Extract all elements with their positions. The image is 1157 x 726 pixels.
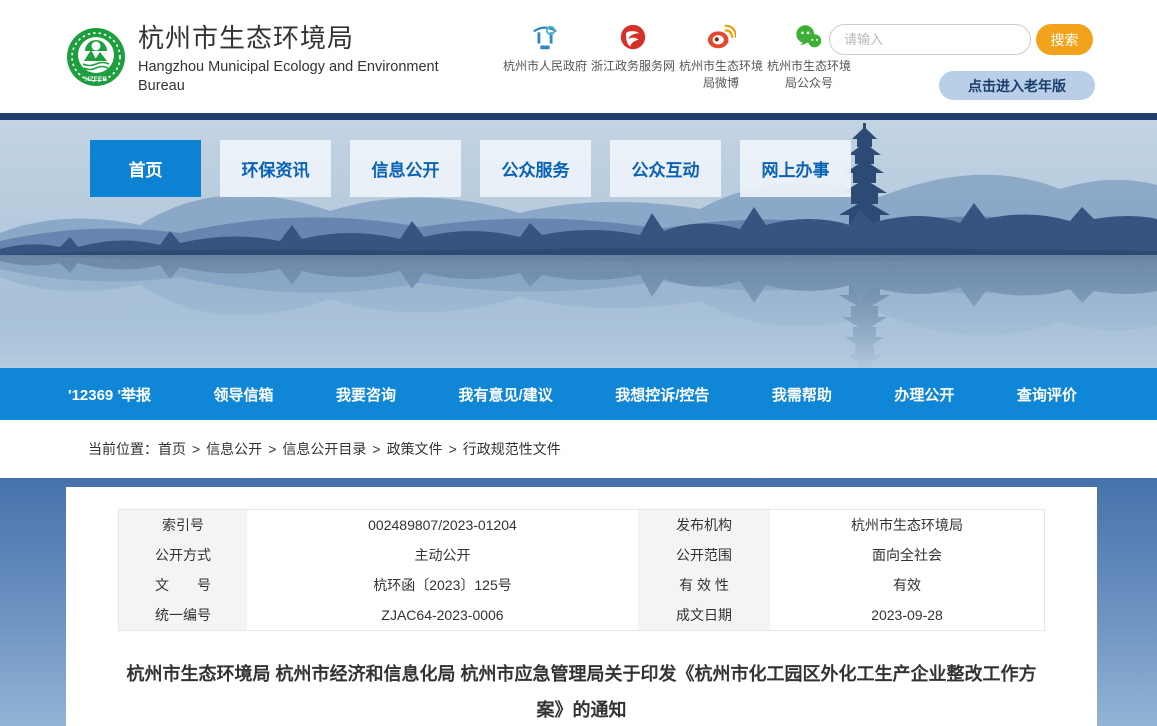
service-item-consult[interactable]: 我要咨询	[336, 384, 396, 405]
nav-tab-public-interaction[interactable]: 公众互动	[610, 140, 721, 197]
search-input[interactable]	[829, 24, 1031, 55]
service-item-disclosure-handling[interactable]: 办理公开	[894, 384, 954, 405]
service-item-12369-report[interactable]: '12369 '举报	[68, 384, 151, 405]
quick-link-label: 杭州市生态环境局微博	[678, 58, 764, 93]
header-right: 搜索 点击进入老年版	[829, 24, 1095, 100]
government-building-icon	[529, 21, 561, 53]
quick-link-label: 浙江政务服务网	[591, 58, 675, 75]
nav-tab-home[interactable]: 首页	[90, 140, 201, 197]
service-item-suggestion[interactable]: 我有意见/建议	[459, 384, 553, 405]
service-item-leader-mailbox[interactable]: 领导信箱	[214, 384, 274, 405]
quick-links: 杭州市人民政府 浙江政务服务网 杭州市生态环境局微博	[502, 21, 854, 93]
quick-link-label: 杭州市人民政府	[503, 58, 587, 75]
site-title: 杭州市生态环境局	[138, 18, 474, 55]
nav-tab-online-services[interactable]: 网上办事	[740, 140, 851, 197]
banner-top-strip	[0, 113, 1157, 120]
breadcrumb-info-disclosure[interactable]: 信息公开	[206, 439, 262, 459]
quick-link-hangzhou-gov[interactable]: 杭州市人民政府	[502, 21, 588, 75]
main-navigation: 首页 环保资讯 信息公开 公众服务 公众互动 网上办事	[90, 140, 851, 197]
nav-tab-public-service[interactable]: 公众服务	[480, 140, 591, 197]
quick-link-zhejiang-service[interactable]: 浙江政务服务网	[590, 21, 676, 75]
breadcrumb-policy-documents[interactable]: 政策文件	[387, 439, 443, 459]
breadcrumb-separator: >	[449, 441, 457, 457]
weibo-icon	[705, 21, 737, 53]
meta-value-disclosure-method: 主动公开	[247, 540, 638, 570]
service-item-complaint[interactable]: 我想控诉/控告	[615, 384, 709, 405]
meta-label-unified-number: 统一编号	[119, 600, 247, 630]
search-button[interactable]: 搜索	[1036, 24, 1093, 55]
nav-tab-info-disclosure[interactable]: 信息公开	[350, 140, 461, 197]
meta-value-document-number: 杭环函〔2023〕125号	[247, 570, 638, 600]
breadcrumb-prefix: 当前位置：	[88, 439, 158, 459]
meta-value-index-number: 002489807/2023-01204	[247, 510, 638, 540]
meta-value-validity: 有效	[770, 570, 1044, 600]
breadcrumb-separator: >	[192, 441, 200, 457]
wechat-icon	[793, 21, 825, 53]
site-subtitle: Hangzhou Municipal Ecology and Environme…	[138, 58, 474, 94]
breadcrumb-disclosure-directory[interactable]: 信息公开目录	[282, 439, 366, 459]
elder-version-button[interactable]: 点击进入老年版	[939, 71, 1095, 100]
site-brand: 杭州市生态环境局 Hangzhou Municipal Ecology and …	[138, 18, 474, 94]
document-title: 杭州市生态环境局 杭州市经济和信息化局 杭州市应急管理局关于印发《杭州市化工园区…	[118, 656, 1045, 726]
meta-value-issuing-agency: 杭州市生态环境局	[770, 510, 1044, 540]
quick-link-weibo[interactable]: 杭州市生态环境局微博	[678, 21, 764, 93]
meta-label-disclosure-method: 公开方式	[119, 540, 247, 570]
meta-label-disclosure-scope: 公开范围	[638, 540, 770, 570]
document-card: 索引号 002489807/2023-01204 发布机构 杭州市生态环境局 公…	[66, 487, 1097, 726]
breadcrumb-regulatory-documents[interactable]: 行政规范性文件	[463, 439, 561, 459]
service-bar: '12369 '举报 领导信箱 我要咨询 我有意见/建议 我想控诉/控告 我需帮…	[0, 368, 1157, 420]
service-item-query-evaluation[interactable]: 查询评价	[1017, 384, 1077, 405]
svg-text:HZEEB: HZEEB	[85, 76, 107, 83]
meta-value-disclosure-scope: 面向全社会	[770, 540, 1044, 570]
breadcrumb-home[interactable]: 首页	[158, 439, 186, 459]
meta-label-document-number: 文 号	[119, 570, 247, 600]
meta-label-issue-date: 成文日期	[638, 600, 770, 630]
page-content: 索引号 002489807/2023-01204 发布机构 杭州市生态环境局 公…	[0, 478, 1157, 726]
breadcrumb-separator: >	[268, 441, 276, 457]
zhejiang-service-icon	[617, 21, 649, 53]
document-meta-table: 索引号 002489807/2023-01204 发布机构 杭州市生态环境局 公…	[118, 509, 1045, 631]
meta-value-issue-date: 2023-09-28	[770, 600, 1044, 630]
breadcrumb-separator: >	[372, 441, 380, 457]
bureau-logo-icon: HZEEB	[66, 27, 126, 87]
meta-value-unified-number: ZJAC64-2023-0006	[247, 600, 638, 630]
service-item-need-help[interactable]: 我需帮助	[772, 384, 832, 405]
meta-label-index-number: 索引号	[119, 510, 247, 540]
breadcrumb: 当前位置： 首页 > 信息公开 > 信息公开目录 > 政策文件 > 行政规范性文…	[0, 420, 1157, 478]
hero-banner: 首页 环保资讯 信息公开 公众服务 公众互动 网上办事	[0, 113, 1157, 368]
nav-tab-env-news[interactable]: 环保资讯	[220, 140, 331, 197]
site-header: HZEEB 杭州市生态环境局 Hangzhou Municipal Ecolog…	[0, 0, 1157, 113]
meta-label-issuing-agency: 发布机构	[638, 510, 770, 540]
meta-label-validity: 有 效 性	[638, 570, 770, 600]
